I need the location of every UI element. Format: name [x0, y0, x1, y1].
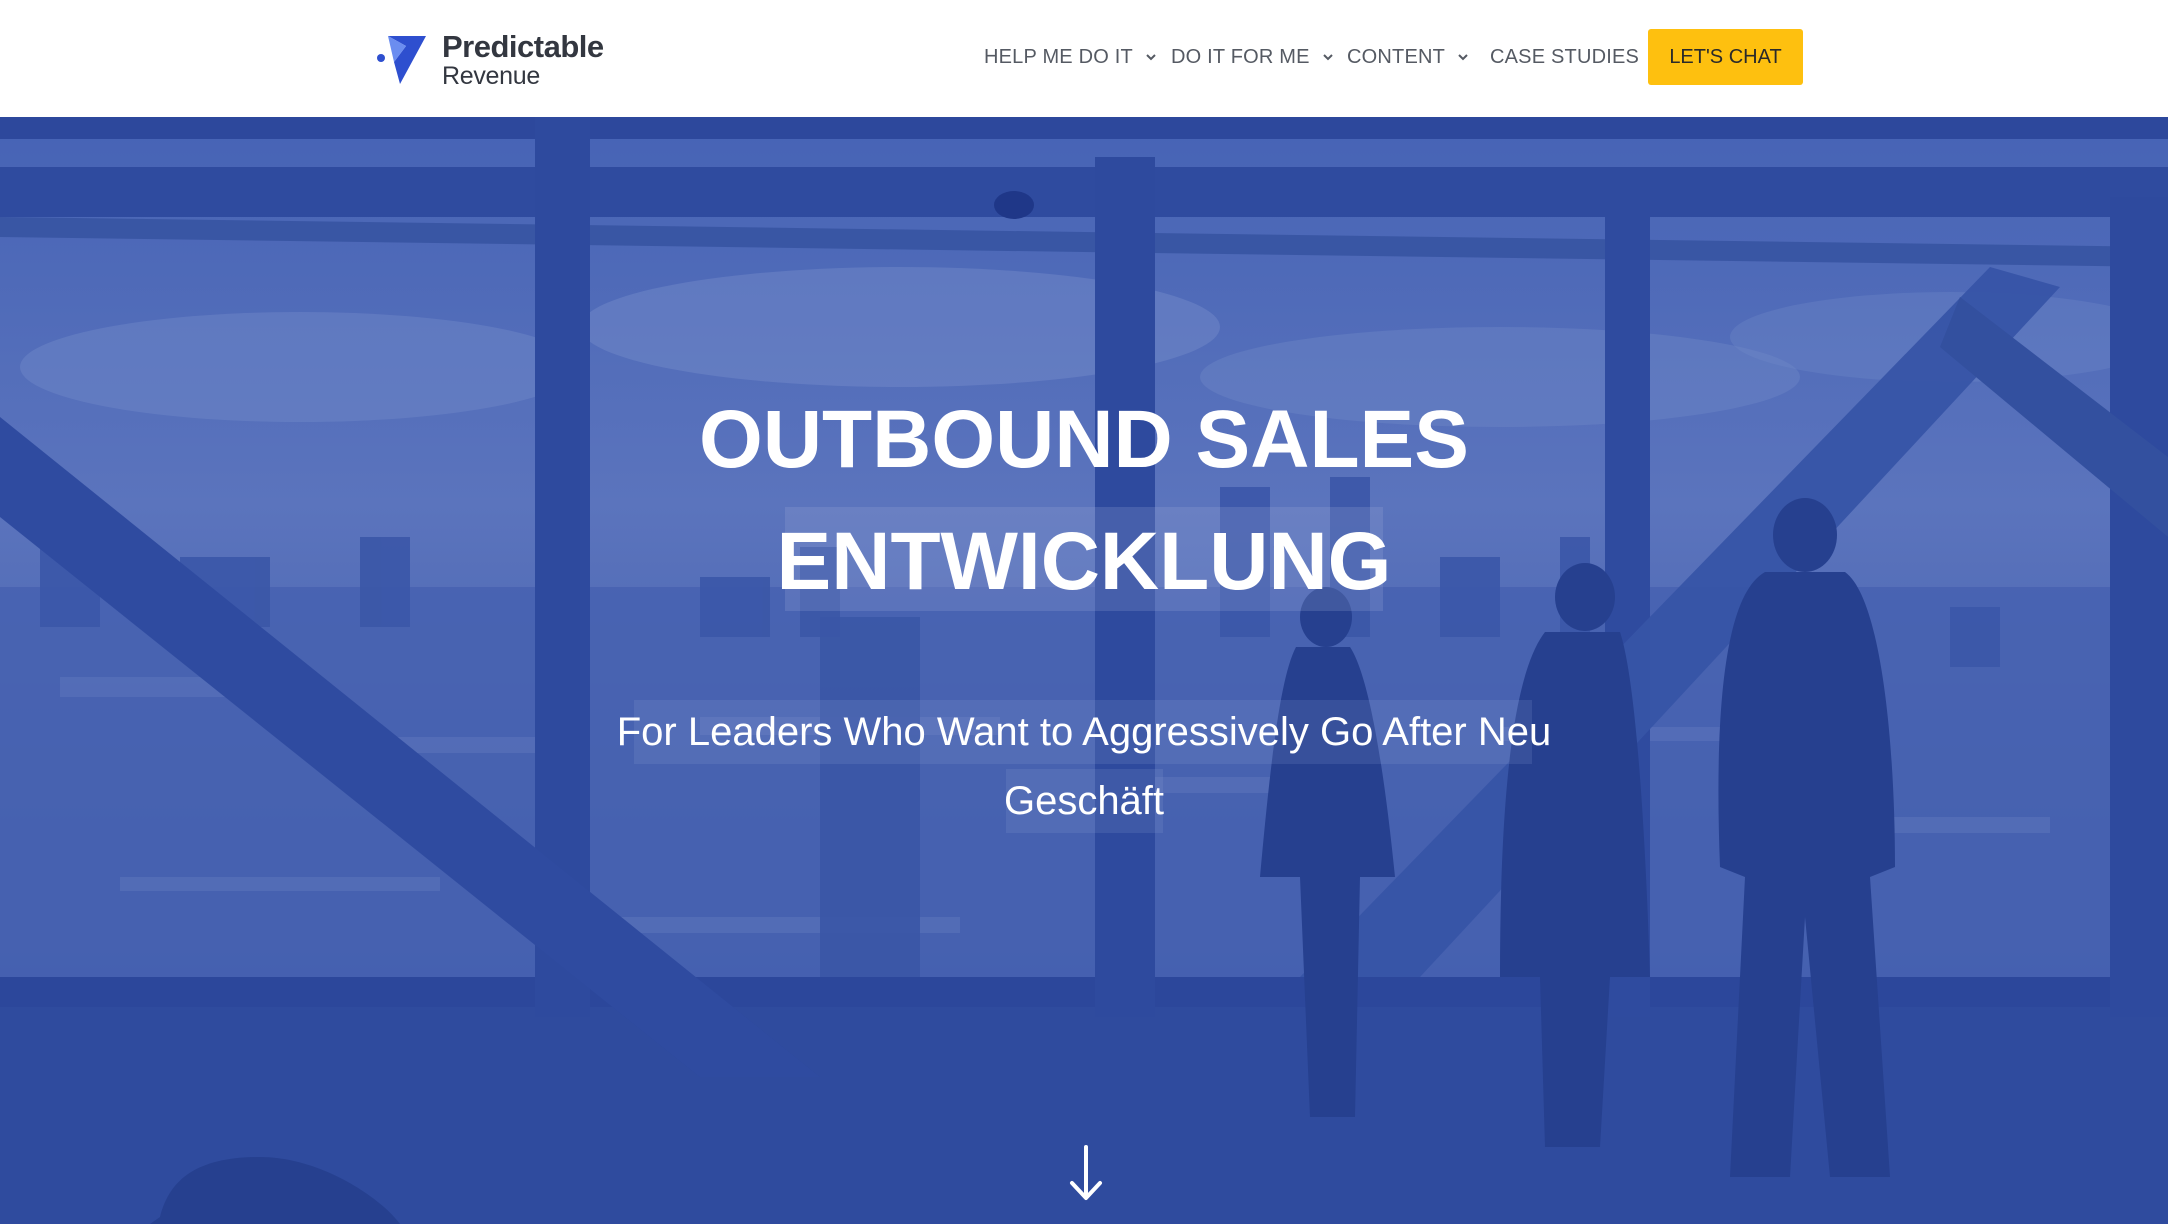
nav-item-help-me-do-it[interactable]: HELP ME DO IT — [984, 29, 1157, 85]
nav-item-label: DO IT FOR ME — [1171, 45, 1310, 68]
chevron-down-icon — [1458, 54, 1468, 61]
nav-item-do-it-for-me[interactable]: DO IT FOR ME — [1171, 29, 1334, 85]
site-header: Predictable Revenue HELP ME DO IT DO IT … — [0, 0, 2168, 117]
hero-title-line2: ENTWICKLUNG — [776, 516, 1392, 607]
nav-item-case-studies[interactable]: CASE STUDIES — [1490, 29, 1639, 85]
hero-background-image — [0, 117, 2168, 1224]
lets-chat-button[interactable]: LET'S CHAT — [1648, 29, 1803, 85]
nav-item-content[interactable]: CONTENT — [1347, 29, 1469, 85]
main-nav: HELP ME DO IT DO IT FOR ME CONTENT CASE … — [0, 29, 2168, 85]
hero-title-line1: OUTBOUND SALES — [699, 394, 1469, 485]
chevron-down-icon — [1146, 54, 1156, 61]
hero-subtitle-line2: Geschäft — [1003, 779, 1165, 823]
hero-subtitle-line1: For Leaders Who Want to Aggressively Go … — [616, 710, 1552, 754]
hero-section: OUTBOUND SALES ENTWICKLUNG For Leaders W… — [0, 117, 2168, 1224]
arrow-down-icon[interactable] — [1066, 1143, 1106, 1203]
nav-item-label: CONTENT — [1347, 45, 1446, 68]
nav-item-label: HELP ME DO IT — [984, 45, 1133, 68]
chevron-down-icon — [1322, 54, 1333, 61]
nav-item-label: CASE STUDIES — [1490, 45, 1640, 68]
